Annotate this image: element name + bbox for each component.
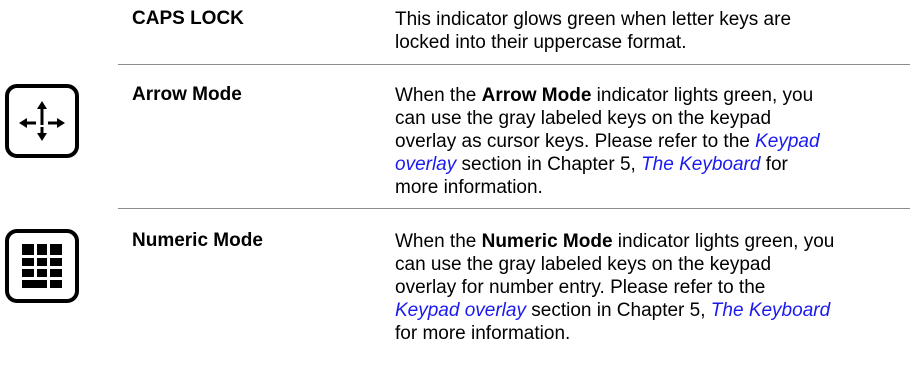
the-keyboard-link[interactable]: The Keyboard (641, 154, 760, 175)
numeric-mode-term: Numeric Mode (132, 230, 263, 251)
divider-1 (118, 64, 910, 65)
divider-2 (118, 208, 910, 209)
arrow-mode-description: When the Arrow Mode indicator lights gre… (395, 85, 820, 198)
numeric-mode-description: When the Numeric Mode indicator lights g… (395, 231, 835, 344)
caps-lock-term: CAPS LOCK (132, 8, 244, 29)
the-keyboard-link[interactable]: The Keyboard (711, 300, 830, 321)
numeric-mode-icon (4, 228, 80, 304)
arrow-mode-icon (4, 83, 80, 159)
arrow-mode-term: Arrow Mode (132, 84, 242, 105)
keypad-overlay-link[interactable]: Keypad overlay (395, 300, 526, 321)
caps-lock-description: This indicator glows green when letter k… (395, 9, 792, 53)
